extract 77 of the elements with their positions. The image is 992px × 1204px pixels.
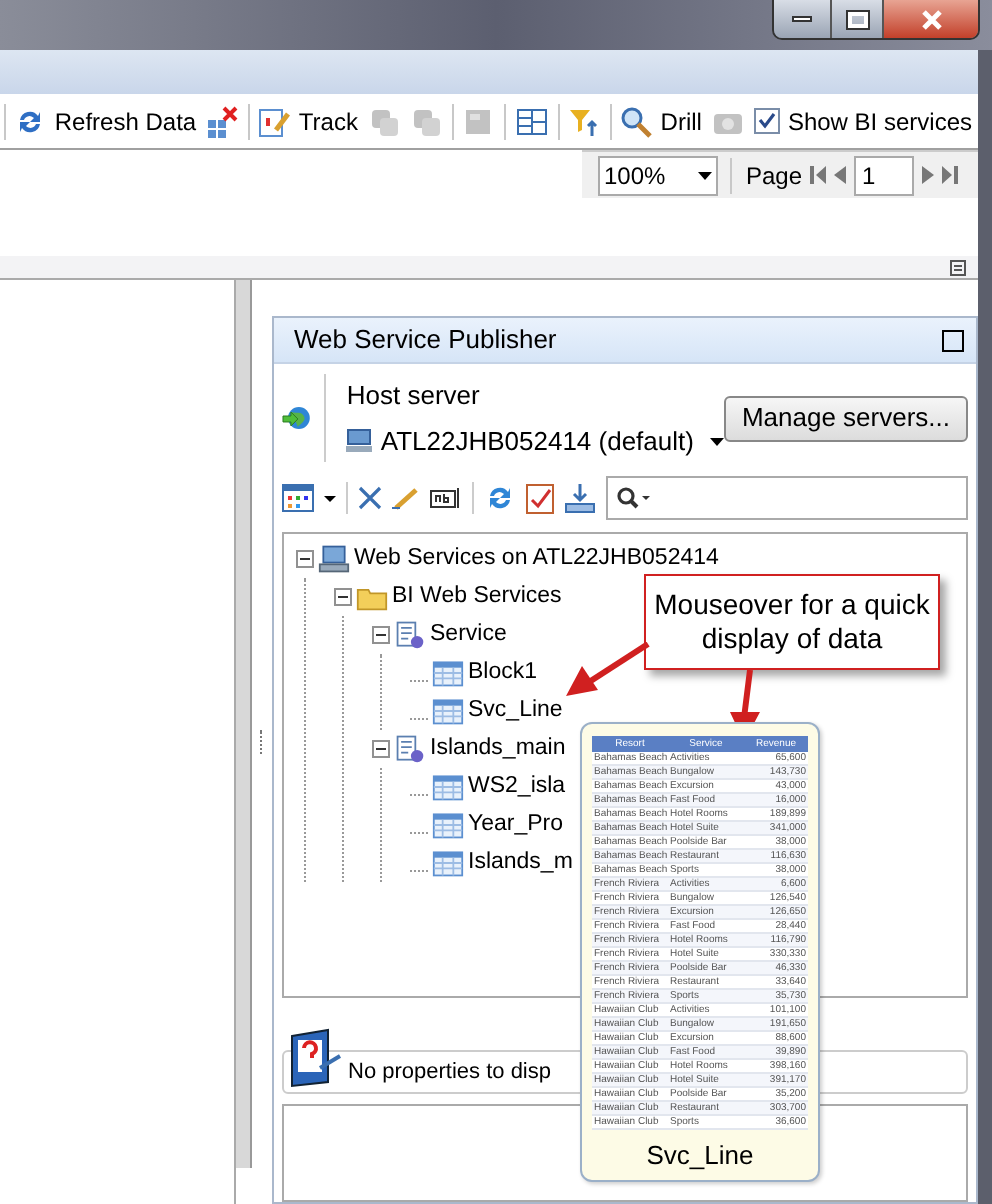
host-dropdown[interactable]: ATL22JHB052414 (default) (346, 422, 724, 461)
document-gear-icon (394, 620, 426, 650)
manage-servers-button[interactable]: Manage servers... (723, 395, 968, 441)
maximize-button[interactable] (832, 0, 884, 38)
tree-item[interactable]: Service (430, 617, 507, 653)
tree-item[interactable]: Islands_m (468, 845, 573, 881)
rename-icon[interactable] (430, 486, 462, 510)
show-services-checkbox[interactable]: Show BI services (753, 103, 972, 139)
search-icon (616, 486, 652, 510)
blocks-icon (367, 105, 400, 137)
tree-item[interactable]: WS2_isla (468, 769, 566, 805)
tree-item[interactable]: Year_Pro (468, 807, 564, 843)
toolbar-button[interactable]: Drill (620, 103, 702, 139)
table-icon (432, 658, 464, 688)
close-icon (919, 9, 943, 29)
tree-item[interactable]: BI Web Services (392, 579, 562, 615)
download-icon[interactable] (564, 482, 596, 514)
search-icon (620, 105, 653, 137)
filter-icon (567, 105, 600, 137)
checklist-icon[interactable] (526, 482, 554, 514)
minus-icon (374, 742, 388, 756)
document-pencil-icon (258, 105, 291, 137)
properties-message: No properties to disp (348, 1057, 551, 1088)
scrollbar[interactable] (236, 280, 252, 1168)
arrow (566, 642, 650, 698)
menu-icon[interactable] (950, 259, 966, 275)
checkbox[interactable] (753, 108, 780, 134)
blocks-icon (409, 105, 442, 137)
refresh-icon[interactable] (484, 482, 516, 514)
minus-icon (374, 628, 388, 642)
calendar-icon[interactable] (282, 484, 314, 512)
panel-title: Web Service Publisher (294, 322, 557, 359)
table-icon (432, 772, 464, 802)
page-label: Page (745, 159, 802, 193)
toolbar-icon-button[interactable] (206, 105, 239, 137)
caret-icon[interactable] (324, 495, 336, 501)
caret-icon (697, 171, 712, 179)
table-layout-icon (515, 105, 548, 137)
help-icon (288, 1028, 344, 1088)
table-icon (432, 810, 464, 840)
collapse-toggle[interactable] (296, 550, 314, 568)
page-field[interactable]: 1 (854, 155, 914, 195)
table-icon (432, 848, 464, 878)
tree-item[interactable]: Block1 (468, 655, 538, 691)
toolbar-icon-button[interactable] (567, 105, 600, 137)
minus-icon (336, 590, 350, 604)
preview-caption: Svc_Line (646, 1138, 754, 1174)
maximize-button[interactable] (942, 329, 964, 351)
collapse-toggle[interactable] (372, 740, 390, 758)
search-field[interactable] (606, 476, 968, 520)
previous-page-icon[interactable] (834, 166, 846, 184)
next-page-icon[interactable] (922, 166, 934, 184)
grid-delete-icon (206, 105, 239, 137)
collapse-toggle[interactable] (372, 626, 390, 644)
tree-item[interactable]: Svc_Line (468, 693, 563, 729)
tree-item[interactable]: Web Services on ATL22JHB052414 (354, 541, 719, 577)
computer-icon (346, 428, 373, 455)
toolbar-icon-button[interactable] (515, 105, 548, 137)
last-page-icon[interactable] (942, 166, 958, 184)
caret-icon (709, 437, 724, 446)
collapse-toggle[interactable] (334, 588, 352, 606)
first-page-icon[interactable] (810, 166, 826, 184)
toolbar-button[interactable]: Track (258, 103, 358, 139)
computer-icon (318, 544, 350, 574)
delete-icon[interactable] (358, 486, 382, 510)
close-button[interactable] (884, 0, 978, 38)
table-icon (432, 696, 464, 726)
minimize-button[interactable] (774, 0, 832, 38)
minus-icon (298, 552, 312, 566)
block-icon (462, 105, 495, 137)
host-label: Host server (346, 377, 482, 413)
tree-item[interactable]: Islands_main (430, 731, 566, 767)
toolbar-button[interactable]: Refresh Data (14, 103, 197, 139)
zoom-dropdown[interactable]: 100% (597, 155, 718, 195)
pencil-icon[interactable] (392, 486, 420, 510)
callout: Mouseover for a quick display of data (644, 574, 940, 670)
document-gear-icon (394, 734, 426, 764)
